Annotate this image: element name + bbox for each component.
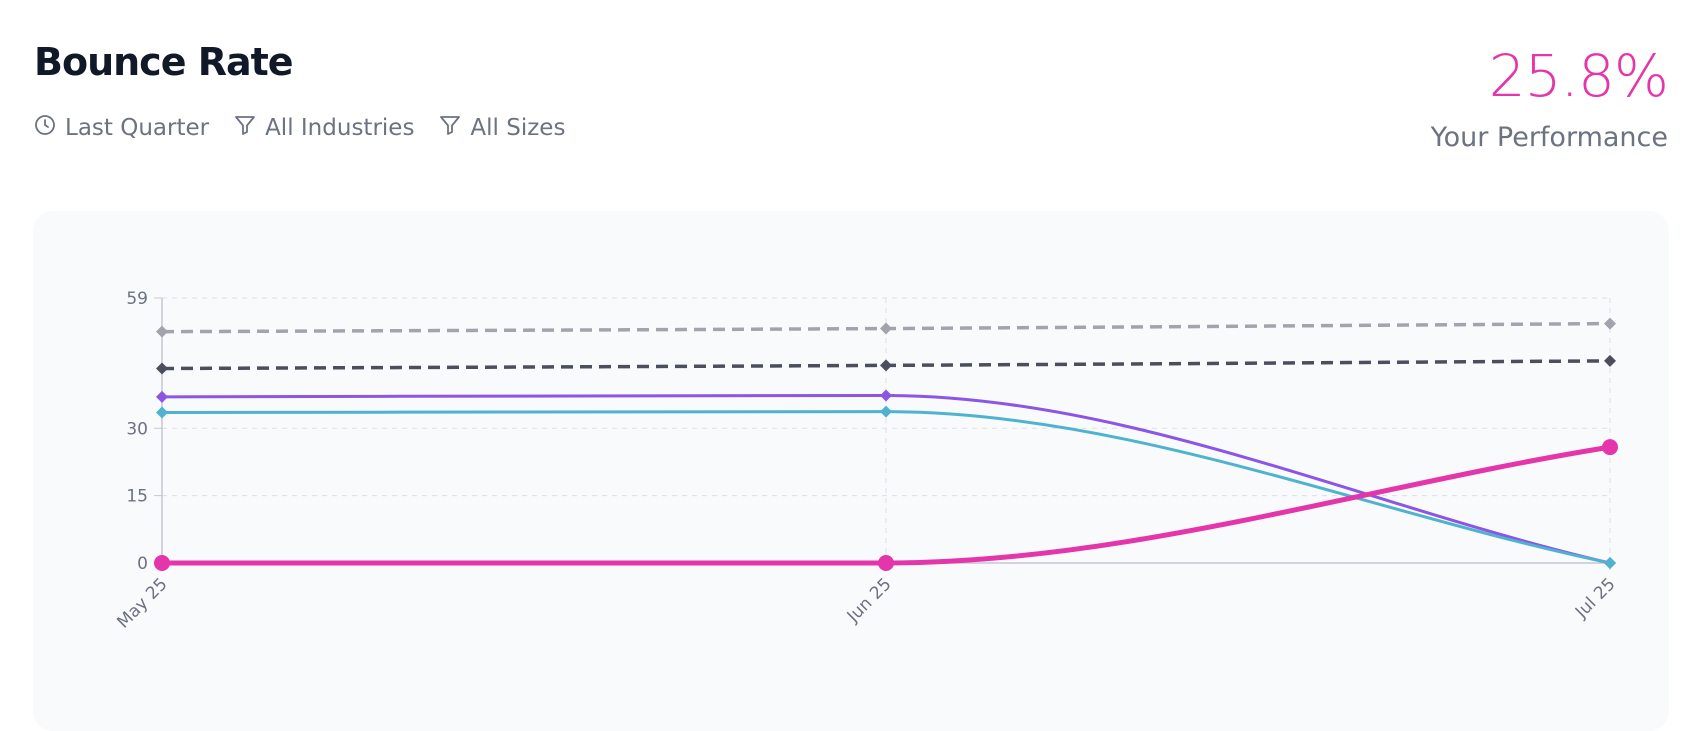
filter-industries[interactable]: All Industries [233,113,414,143]
performance-label: Your Performance [1430,122,1668,153]
data-point-3-1 [880,405,892,418]
data-point-0-0 [156,325,168,338]
x-tick-label: Jun 25 [843,574,896,627]
data-point-0-1 [880,322,892,335]
data-point-1-0 [156,362,168,375]
line-chart: 0 15 30 59 May 25 Jun 25 Jul 25 [113,289,1619,633]
data-point-4-2 [1602,439,1618,456]
x-tick-label: May 25 [113,574,171,632]
filter-label: Last Quarter [65,115,210,141]
data-point-4-1 [878,555,894,571]
data-point-2-1 [880,389,892,402]
performance-value: 25.8% [1488,42,1669,110]
data-point-2-0 [156,390,168,403]
filter-label: All Industries [265,115,415,141]
filter-last-quarter[interactable]: Last Quarter [33,113,209,143]
filter-sizes[interactable]: All Sizes [438,113,565,143]
clock-icon [33,113,57,143]
page-title: Bounce Rate [34,40,294,84]
filter-bar: Last Quarter All Industries All Sizes [33,113,565,143]
y-tick-label: 59 [126,289,148,309]
data-point-3-0 [156,406,168,419]
y-tick-label: 30 [126,419,148,439]
y-tick-label: 0 [137,554,148,574]
filter-label: All Sizes [470,115,566,141]
x-tick-label: Jul 25 [1571,574,1619,622]
data-point-0-2 [1604,317,1616,330]
data-point-1-1 [880,359,892,372]
chart-panel: 0 15 30 59 May 25 Jun 25 Jul 25 [33,211,1669,731]
data-point-4-0 [154,555,170,571]
y-tick-label: 15 [126,487,148,507]
filter-icon [233,113,257,143]
series-line-4 [159,444,1613,566]
data-point-3-2 [1604,557,1616,569]
filter-icon [438,113,462,143]
data-point-1-2 [1604,354,1616,367]
